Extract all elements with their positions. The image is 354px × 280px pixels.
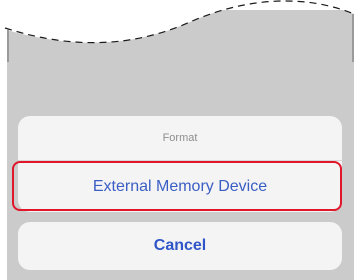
screenshot-stage: Format External Memory Device Cancel bbox=[0, 0, 354, 280]
torn-edge bbox=[0, 0, 354, 62]
action-sheet-group: Format External Memory Device bbox=[18, 116, 342, 212]
cancel-button[interactable]: Cancel bbox=[18, 222, 342, 270]
external-memory-device-button[interactable]: External Memory Device bbox=[18, 161, 342, 212]
action-sheet-title: Format bbox=[162, 132, 198, 144]
